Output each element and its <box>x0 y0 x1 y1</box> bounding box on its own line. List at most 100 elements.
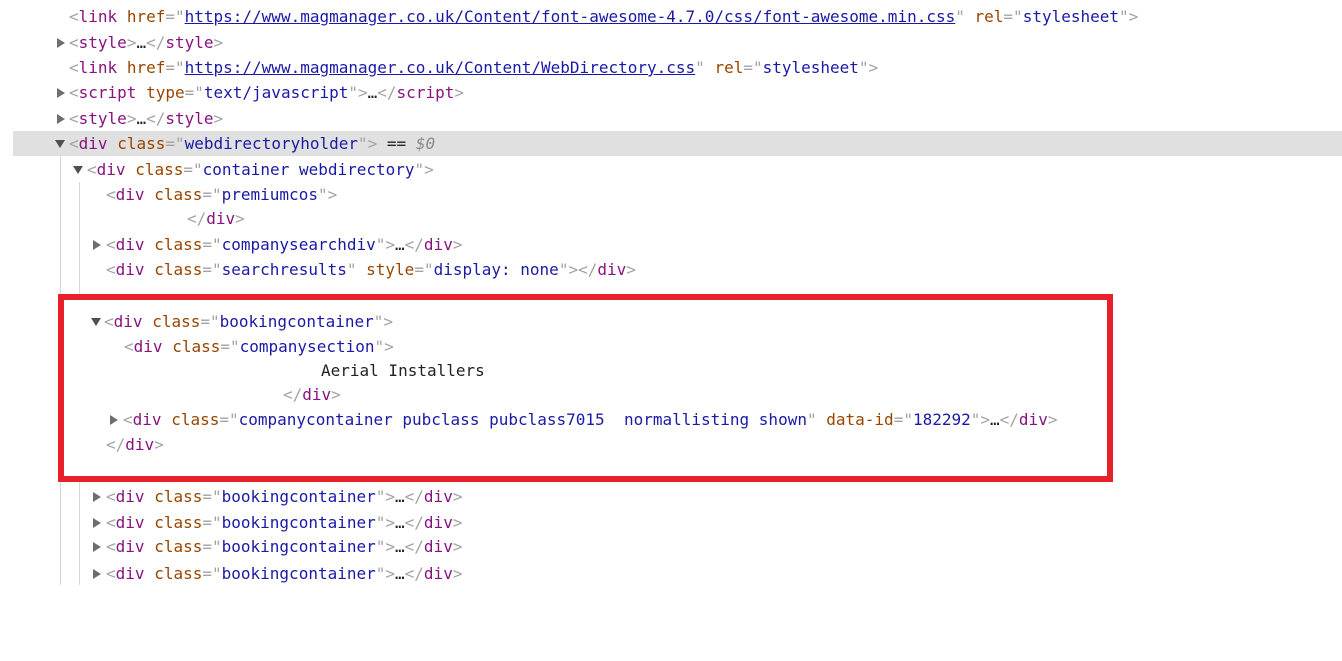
token-ell: … <box>136 109 147 128</box>
token-br: "> <box>348 83 368 102</box>
dom-node-style[interactable]: <style>…</style> <box>0 106 1342 131</box>
token-attr: class <box>154 564 203 583</box>
token-tag: script <box>396 83 455 102</box>
dom-node-companysection[interactable]: <div class="companysection"> <box>0 334 1342 359</box>
token-tag: div <box>423 513 453 532</box>
token-br: </ <box>106 435 126 454</box>
token-br: =" <box>184 83 204 102</box>
token-br: =" <box>1003 7 1023 26</box>
token-tag: div <box>115 185 145 204</box>
dom-node-style[interactable]: <style>…</style> <box>0 30 1342 55</box>
token-br: =" <box>893 410 913 429</box>
token-val: bookingcontainer <box>221 564 376 583</box>
token-attr: type <box>146 83 185 102</box>
token-val: companysearchdiv <box>221 235 376 254</box>
token-br: < <box>69 134 79 153</box>
token-val: bookingcontainer <box>219 312 374 331</box>
node-markup: <div class="premiumcos"> <box>106 182 337 207</box>
triangle-down-icon[interactable] <box>73 166 83 174</box>
token-br: " <box>955 7 965 26</box>
dom-node-script[interactable]: <script type="text/javascript">…</script… <box>0 80 1342 105</box>
token-br: =" <box>202 564 222 583</box>
dom-node-bookingcontainer-expanded[interactable]: <div class="bookingcontainer"> <box>0 309 1342 334</box>
token-tag: div <box>113 312 143 331</box>
triangle-right-icon[interactable] <box>57 38 65 48</box>
dom-node-link-webdirectory[interactable]: <link href="https://www.magmanager.co.uk… <box>0 55 1342 80</box>
dom-node-bookingcontainer[interactable]: <div class="bookingcontainer">…</div> <box>0 561 1342 586</box>
token-br: "> <box>970 410 991 429</box>
dom-node-bookingcontainer[interactable]: <div class="bookingcontainer">…</div> <box>0 534 1342 559</box>
token-br: > <box>126 109 137 128</box>
token-br: </ <box>404 487 424 506</box>
triangle-right-icon[interactable] <box>57 114 65 124</box>
dom-node-closing-div[interactable]: </div> <box>0 382 1342 407</box>
elements-panel: < link href =" https://www.magmanager.co.uk… <box>0 0 1342 585</box>
dom-node-companysearchdiv[interactable]: <div class="companysearchdiv">…</div> <box>0 232 1342 257</box>
token-ell: … <box>395 537 405 556</box>
dom-node-bookingcontainer[interactable]: <div class="bookingcontainer">…</div> <box>0 510 1342 535</box>
dom-node-companycontainer[interactable]: <div class="companycontainer pubclass pu… <box>0 407 1342 432</box>
node-markup: <div class="searchresults" style="displa… <box>106 257 636 282</box>
token-br: > <box>331 385 341 404</box>
token-link[interactable]: https://www.magmanager.co.uk/Content/Web… <box>185 58 696 77</box>
dom-node-webdirectoryholder-selected[interactable]: <div class="webdirectoryholder"> == $0 <box>13 131 1342 156</box>
token-br: > <box>126 33 137 52</box>
node-markup: <style>…</style> <box>69 106 223 131</box>
triangle-right-icon[interactable] <box>93 542 101 552</box>
node-markup: <div class="companycontainer pubclass pu… <box>123 407 1057 432</box>
dom-node-container-webdirectory[interactable]: <div class="container webdirectory"> <box>0 157 1342 182</box>
triangle-right-icon[interactable] <box>110 415 118 425</box>
token-attr: class <box>117 134 166 153</box>
token-br: < <box>106 513 116 532</box>
token-br: </ <box>283 385 303 404</box>
node-markup: <div class="bookingcontainer">…</div> <box>106 484 462 509</box>
triangle-right-icon[interactable] <box>93 240 101 250</box>
token-br: </ <box>404 235 424 254</box>
token-br: =" <box>202 260 222 279</box>
dom-node-closing-div[interactable]: </div> <box>0 206 1342 231</box>
token-tag: div <box>1018 410 1048 429</box>
dom-node-bookingcontainer[interactable]: <div class="bookingcontainer">…</div> <box>0 484 1342 509</box>
token-tag: div <box>78 134 108 153</box>
token-attr: href <box>126 58 166 77</box>
triangle-down-icon[interactable] <box>55 140 65 148</box>
dom-node-premiumcos[interactable]: <div class="premiumcos"> <box>0 182 1342 207</box>
triangle-right-icon[interactable] <box>93 492 101 502</box>
token-attr: class <box>135 160 184 179</box>
token-ell: … <box>136 33 147 52</box>
node-markup: Aerial Installers <box>321 358 485 383</box>
token-br: < <box>69 83 79 102</box>
node-markup: <div class="bookingcontainer">…</div> <box>106 534 462 559</box>
dom-node-link-font-awesome[interactable]: <link href="https://www.magmanager.co.uk… <box>0 4 1342 29</box>
token-br: > <box>452 513 463 532</box>
token-val: webdirectoryholder <box>184 134 359 153</box>
dom-text-node[interactable]: Aerial Installers <box>0 358 1342 383</box>
dom-node-closing-div[interactable]: </div> <box>0 432 1342 457</box>
triangle-right-icon[interactable] <box>57 88 65 98</box>
dom-node-searchresults[interactable]: <div class="searchresults" style="displa… <box>0 257 1342 282</box>
token-tag: script <box>78 83 137 102</box>
token-br: "> <box>375 235 396 254</box>
token-val: container webdirectory <box>202 160 415 179</box>
token-val: bookingcontainer <box>221 487 376 506</box>
token-eq: == <box>377 134 416 153</box>
token-tag: link <box>78 7 118 26</box>
triangle-down-icon[interactable] <box>91 318 101 326</box>
token-br: > <box>454 83 464 102</box>
token-br: < <box>69 58 79 77</box>
token-br: =" <box>183 160 203 179</box>
triangle-right-icon[interactable] <box>93 569 101 579</box>
token-br: > <box>213 33 224 52</box>
token-br: =" <box>202 537 222 556</box>
triangle-right-icon[interactable] <box>93 518 101 528</box>
token-link[interactable]: https://www.magmanager.co.uk/Content/fon… <box>185 7 956 26</box>
token-ell: … <box>395 487 405 506</box>
token-tag: div <box>115 487 145 506</box>
token-val: text/javascript <box>203 83 349 102</box>
token-tag: div <box>133 337 163 356</box>
